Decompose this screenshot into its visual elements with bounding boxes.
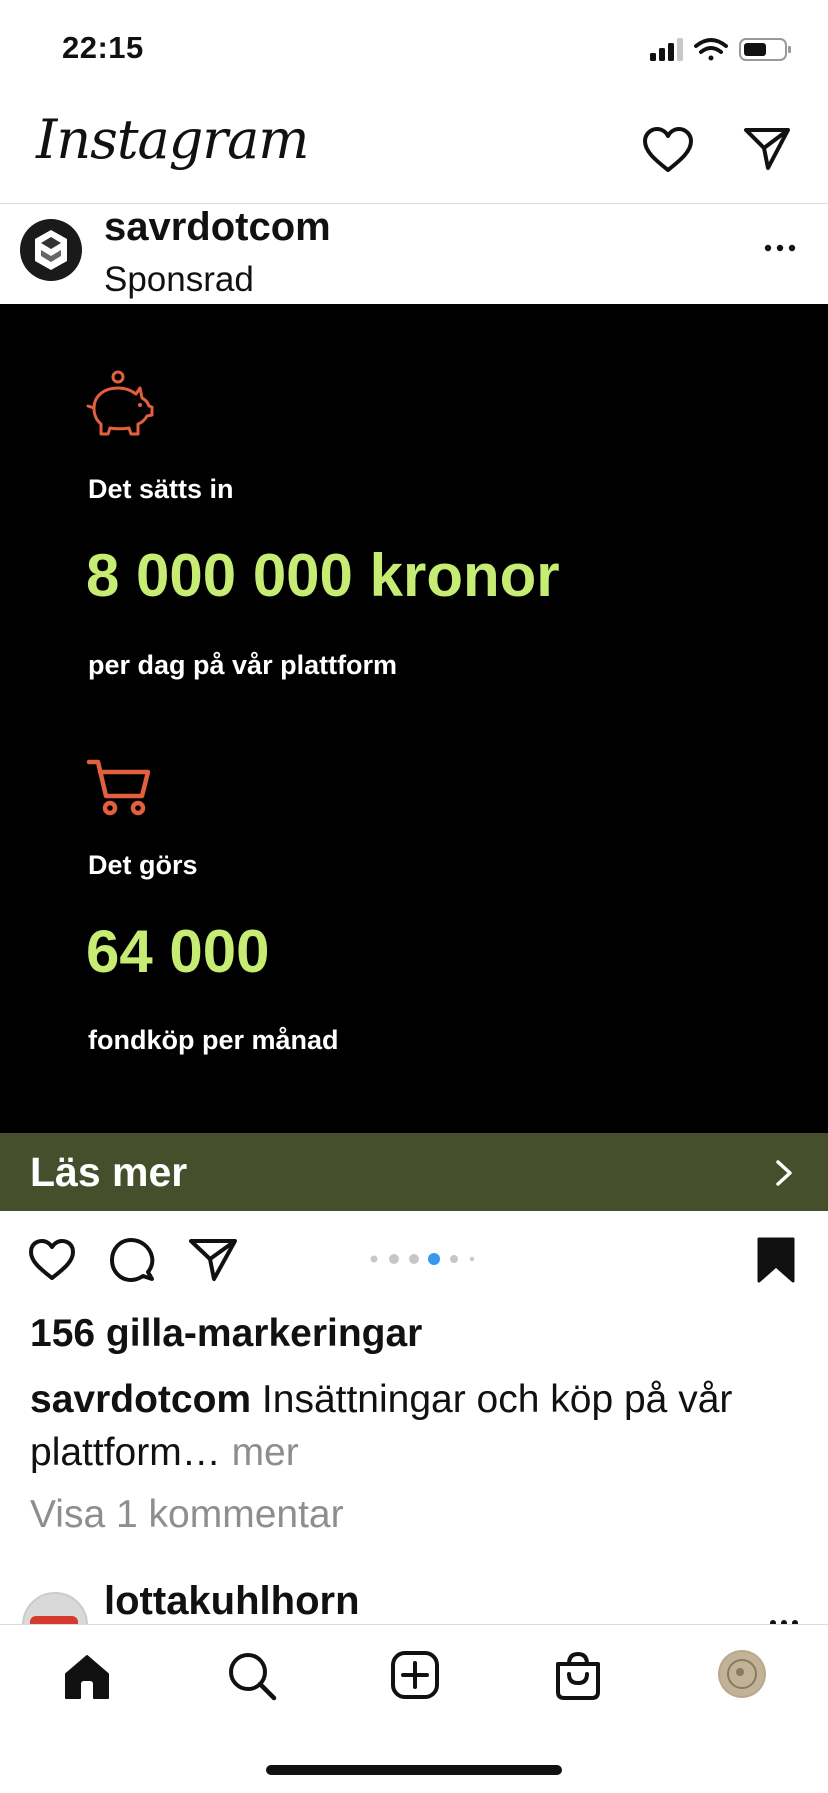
ad-label-purchases: Det görs xyxy=(88,850,198,880)
view-comments-link[interactable]: Visa 1 kommentar xyxy=(30,1493,344,1537)
ad-amount-deposit: 8 000 000 kronor xyxy=(86,542,560,609)
search-icon[interactable] xyxy=(226,1650,278,1702)
new-post-icon[interactable] xyxy=(390,1650,440,1700)
caption-username[interactable]: savrdotcom xyxy=(30,1378,251,1421)
signal-icon xyxy=(650,38,683,61)
send-icon[interactable] xyxy=(742,124,792,172)
ad-subtext-purchases: fondköp per månad xyxy=(88,1025,339,1055)
status-time: 22:15 xyxy=(62,30,144,65)
wifi-icon xyxy=(694,38,728,61)
carousel-dot xyxy=(450,1255,458,1263)
carousel-dot xyxy=(370,1255,378,1263)
profile-avatar[interactable] xyxy=(718,1650,766,1698)
like-heart-icon[interactable] xyxy=(28,1238,76,1282)
carousel-indicator xyxy=(370,1253,475,1265)
status-icons xyxy=(650,38,791,61)
header-divider xyxy=(0,203,828,204)
heart-icon[interactable] xyxy=(642,126,694,174)
savr-logo-icon xyxy=(35,230,67,270)
shopping-cart-icon xyxy=(86,759,151,816)
chevron-right-icon[interactable] xyxy=(772,1158,796,1188)
instagram-logo[interactable]: Instagram xyxy=(36,108,309,171)
caption-more-link[interactable]: mer xyxy=(232,1431,299,1474)
carousel-dot xyxy=(409,1254,419,1264)
post-avatar[interactable] xyxy=(20,219,82,281)
post-username[interactable]: savrdotcom xyxy=(104,205,331,250)
home-icon[interactable] xyxy=(62,1652,112,1702)
learn-more-label[interactable]: Läs mer xyxy=(30,1149,187,1196)
more-options-icon[interactable] xyxy=(760,238,800,258)
battery-icon xyxy=(739,38,791,61)
comment-icon[interactable] xyxy=(108,1236,156,1284)
post-caption[interactable]: savrdotcom Insättningar och köp på vår p… xyxy=(30,1373,800,1479)
ad-subtext-deposit: per dag på vår plattform xyxy=(88,650,398,680)
profile-picture xyxy=(720,1652,764,1696)
carousel-dot-active xyxy=(428,1253,440,1265)
home-indicator xyxy=(266,1765,562,1775)
carousel-dot xyxy=(469,1256,475,1262)
bookmark-icon[interactable] xyxy=(756,1236,796,1284)
ad-amount-purchases: 64 000 xyxy=(86,918,270,985)
sponsored-label[interactable]: Sponsrad xyxy=(104,260,254,300)
share-icon[interactable] xyxy=(188,1236,238,1282)
shop-icon[interactable] xyxy=(554,1650,602,1702)
piggy-bank-icon xyxy=(86,370,154,436)
next-post-username[interactable]: lottakuhlhorn xyxy=(104,1580,360,1624)
carousel-dot xyxy=(389,1254,399,1264)
next-post-avatar[interactable] xyxy=(22,1592,88,1624)
likes-count[interactable]: 156 gilla-markeringar xyxy=(30,1312,422,1356)
ad-label-deposit: Det sätts in xyxy=(88,474,234,504)
next-post-header: lottakuhlhorn xyxy=(0,1580,828,1624)
